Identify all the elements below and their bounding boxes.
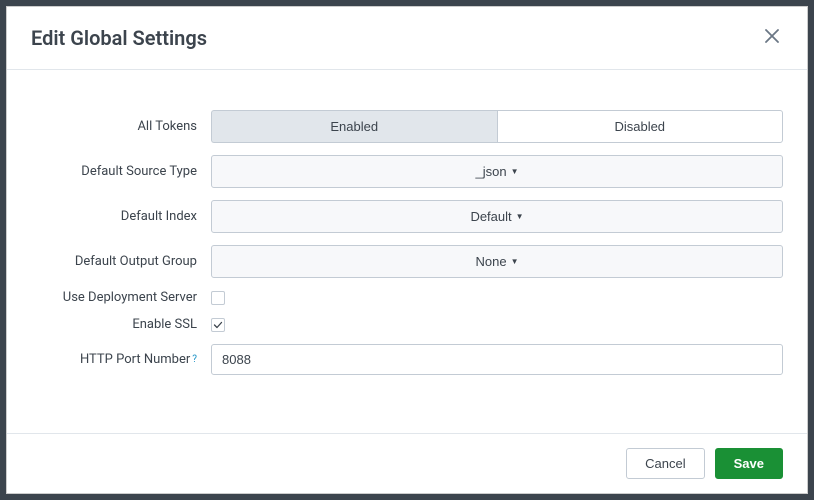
save-button[interactable]: Save <box>715 448 783 479</box>
modal-body: All Tokens Enabled Disabled Default Sour… <box>7 70 807 433</box>
all-tokens-enabled-button[interactable]: Enabled <box>211 110 497 143</box>
row-default-output-group: Default Output Group None ▼ <box>31 245 783 278</box>
check-icon <box>213 320 223 330</box>
help-icon[interactable]: ? <box>192 354 197 365</box>
cancel-button[interactable]: Cancel <box>626 448 704 479</box>
default-output-group-value: None <box>476 254 507 269</box>
modal-header: Edit Global Settings <box>7 7 807 70</box>
row-default-source-type: Default Source Type _json ▼ <box>31 155 783 188</box>
default-source-type-dropdown[interactable]: _json ▼ <box>211 155 783 188</box>
http-port-input[interactable] <box>211 344 783 375</box>
row-http-port: HTTP Port Number ? <box>31 344 783 375</box>
caret-down-icon: ▼ <box>511 167 519 176</box>
caret-down-icon: ▼ <box>511 257 519 266</box>
close-icon <box>765 29 779 43</box>
label-default-index: Default Index <box>31 209 211 224</box>
caret-down-icon: ▼ <box>516 212 524 221</box>
row-use-deployment-server: Use Deployment Server <box>31 290 783 305</box>
label-default-output-group: Default Output Group <box>31 254 211 269</box>
modal-title: Edit Global Settings <box>31 26 207 50</box>
edit-global-settings-modal: Edit Global Settings All Tokens Enabled … <box>6 6 808 494</box>
default-output-group-dropdown[interactable]: None ▼ <box>211 245 783 278</box>
default-index-value: Default <box>470 209 511 224</box>
row-default-index: Default Index Default ▼ <box>31 200 783 233</box>
all-tokens-disabled-button[interactable]: Disabled <box>497 110 784 143</box>
close-button[interactable] <box>761 25 783 51</box>
label-http-port-text: HTTP Port Number <box>80 352 190 367</box>
label-http-port: HTTP Port Number ? <box>31 352 211 367</box>
label-use-deployment-server: Use Deployment Server <box>31 290 211 305</box>
row-all-tokens: All Tokens Enabled Disabled <box>31 110 783 143</box>
modal-footer: Cancel Save <box>7 433 807 493</box>
label-default-source-type: Default Source Type <box>31 164 211 179</box>
default-index-dropdown[interactable]: Default ▼ <box>211 200 783 233</box>
label-all-tokens: All Tokens <box>31 119 211 134</box>
default-source-type-value: _json <box>476 164 507 179</box>
enable-ssl-checkbox[interactable] <box>211 318 225 332</box>
use-deployment-server-checkbox[interactable] <box>211 291 225 305</box>
all-tokens-toggle: Enabled Disabled <box>211 110 783 143</box>
label-enable-ssl: Enable SSL <box>31 317 211 332</box>
row-enable-ssl: Enable SSL <box>31 317 783 332</box>
